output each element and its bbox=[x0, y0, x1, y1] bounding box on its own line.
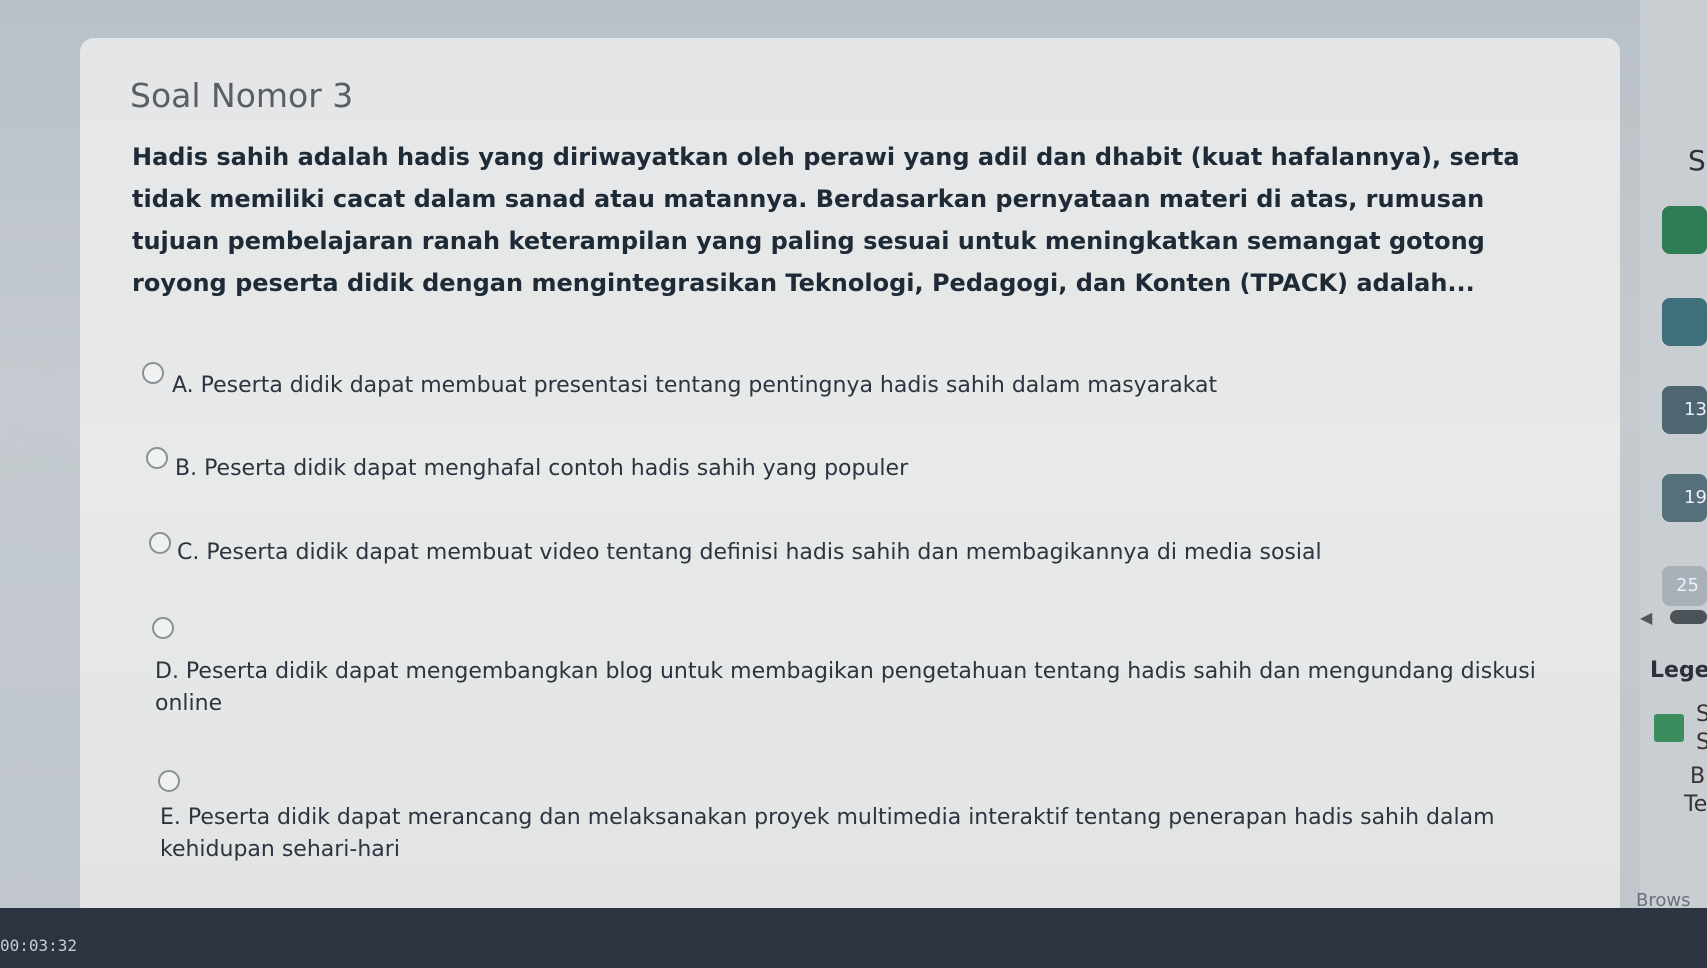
nav-box-13[interactable]: 13 bbox=[1662, 386, 1707, 434]
legend-t: Te bbox=[1684, 792, 1707, 817]
radio-d[interactable] bbox=[152, 617, 174, 639]
option-d-label[interactable]: D. Peserta didik dapat mengembangkan blo… bbox=[155, 656, 1555, 720]
question-title: Soal Nomor 3 bbox=[130, 76, 354, 115]
legend-b: B bbox=[1690, 764, 1706, 789]
chevron-left-icon[interactable]: ◀ bbox=[1640, 608, 1652, 627]
option-c-label[interactable]: C. Peserta didik dapat membuat video ten… bbox=[177, 540, 1322, 565]
legend-title: Lege bbox=[1650, 658, 1707, 683]
nav-box-25-label: 25 bbox=[1676, 575, 1699, 596]
option-e-label[interactable]: E. Peserta didik dapat merancang dan mel… bbox=[160, 802, 1560, 866]
legend-s1: S bbox=[1696, 702, 1707, 727]
nav-box-13-label: 13 bbox=[1684, 399, 1707, 420]
option-b-label[interactable]: B. Peserta didik dapat menghafal contoh … bbox=[175, 456, 908, 481]
sidebar-letter: S bbox=[1688, 144, 1706, 177]
nav-box-25[interactable]: 25 bbox=[1662, 566, 1707, 606]
radio-b[interactable] bbox=[146, 447, 168, 469]
nav-box-19[interactable]: 19 bbox=[1662, 474, 1707, 522]
nav-box-teal[interactable] bbox=[1662, 298, 1707, 346]
legend-swatch-green bbox=[1654, 714, 1684, 742]
nav-box-19-label: 19 bbox=[1684, 487, 1707, 508]
option-a-label[interactable]: A. Peserta didik dapat membuat presentas… bbox=[172, 373, 1217, 398]
question-text: Hadis sahih adalah hadis yang diriwayatk… bbox=[132, 143, 1520, 297]
bottom-bar bbox=[0, 908, 1707, 968]
timer: 00:03:32 bbox=[0, 936, 78, 955]
radio-a[interactable] bbox=[142, 362, 164, 384]
legend-s2: S bbox=[1696, 730, 1707, 755]
radio-c[interactable] bbox=[149, 532, 171, 554]
nav-box-green[interactable] bbox=[1662, 206, 1707, 254]
scroll-bar[interactable] bbox=[1670, 610, 1707, 624]
radio-e[interactable] bbox=[158, 770, 180, 792]
